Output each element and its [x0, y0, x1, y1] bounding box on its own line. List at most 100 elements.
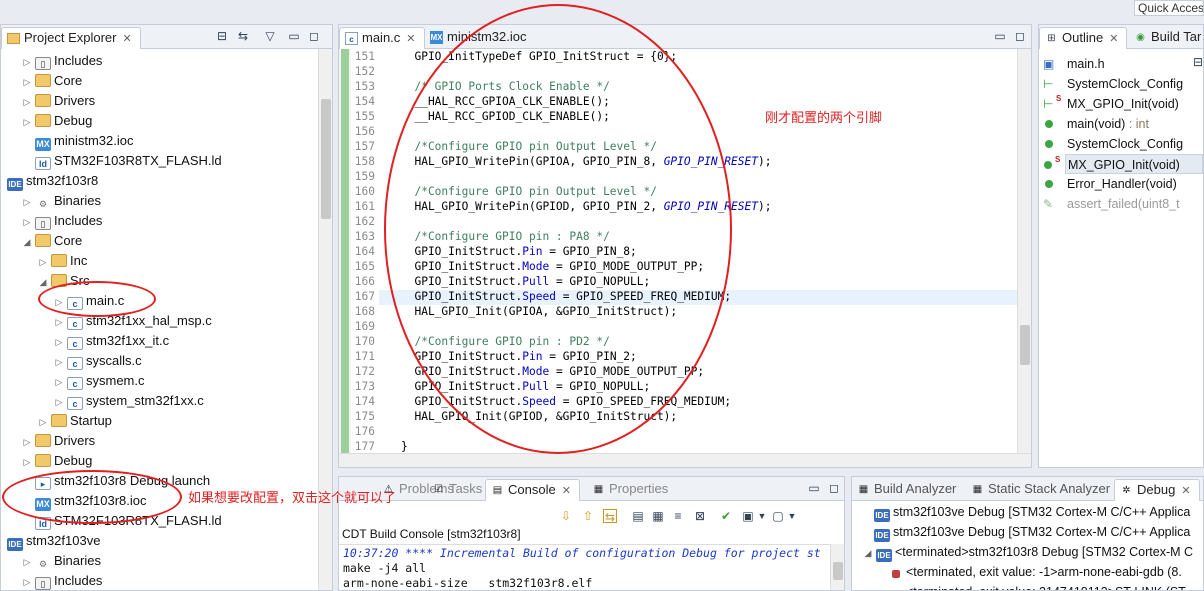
tree-item[interactable]: ▷ Inc — [37, 251, 88, 272]
tab-outline[interactable]: ⊞ Outline ✕ — [1039, 27, 1128, 49]
tree-item[interactable]: ▷ ▯ Includes — [21, 51, 102, 71]
console-output[interactable]: 10:37:20 **** Incremental Build of confi… — [339, 544, 830, 590]
explorer-scroll-thumb[interactable] — [321, 99, 331, 219]
chevron-down-icon[interactable]: ▼ — [785, 509, 799, 523]
outline-item[interactable]: main(void) : int — [1045, 114, 1149, 134]
collapse-all-icon[interactable]: ⊟ — [215, 29, 229, 43]
minimize-icon[interactable]: ▭ — [287, 29, 301, 43]
outline-item[interactable]: S MX_GPIO_Init(void) — [1044, 154, 1203, 174]
tree-item[interactable]: ▷ ▯ Includes — [21, 571, 102, 590]
new-console-icon[interactable]: ▢ — [771, 509, 785, 523]
collapsed-arrow-icon[interactable]: ▷ — [21, 112, 33, 132]
tab-debug[interactable]: ✲ Debug ✕ — [1114, 479, 1200, 501]
outline-item[interactable]: Error_Handler(void) — [1045, 174, 1177, 194]
word-wrap-icon[interactable]: ≡ — [671, 509, 685, 523]
maximize-icon[interactable]: ◻ — [1013, 29, 1027, 43]
collapsed-arrow-icon[interactable]: ▷ — [21, 212, 33, 232]
maximize-icon[interactable]: ◻ — [307, 29, 321, 43]
outline-item[interactable]: ⊢ SystemClock_Config — [1043, 74, 1183, 94]
tab-properties[interactable]: ▦ Properties — [587, 479, 676, 501]
paste-icon[interactable]: ▦ — [651, 509, 665, 523]
debug-launch-item[interactable]: IDE stm32f103ve Debug [STM32 Cortex-M C/C… — [872, 522, 1190, 542]
scroll-up-icon[interactable]: ⇧ — [581, 509, 595, 523]
collapsed-arrow-icon[interactable]: ▷ — [21, 552, 33, 572]
tree-item[interactable]: ▷ ⚙ Binaries — [21, 551, 101, 571]
explorer-scrollbar[interactable] — [318, 49, 332, 590]
clear-console-icon[interactable]: ⊠ — [693, 509, 707, 523]
maximize-icon[interactable]: ◻ — [827, 481, 841, 495]
collapsed-arrow-icon[interactable]: ▷ — [53, 392, 65, 412]
minimize-icon[interactable]: ▭ — [807, 481, 821, 495]
console-scrollbar[interactable] — [830, 544, 844, 590]
tree-item[interactable]: ▷ c system_stm32f1xx.c — [53, 391, 204, 411]
tab-project-explorer[interactable]: Project Explorer ✕ — [1, 27, 141, 49]
collapsed-arrow-icon[interactable]: ▷ — [53, 372, 65, 392]
copy-icon[interactable]: ▤ — [631, 509, 645, 523]
collapsed-arrow-icon[interactable]: ▷ — [21, 572, 33, 590]
tab-main-c[interactable]: c main.c ✕ — [339, 27, 425, 49]
editor-scrollbar[interactable] — [1017, 49, 1031, 453]
expanded-arrow-icon[interactable]: ◢ — [862, 543, 874, 563]
view-menu-icon[interactable]: ▽ — [263, 29, 277, 43]
close-icon[interactable]: ✕ — [406, 33, 415, 45]
collapsed-arrow-icon[interactable]: ▷ — [37, 412, 49, 432]
collapsed-arrow-icon[interactable]: ▷ — [21, 452, 33, 472]
tree-item[interactable]: ▷ Startup — [37, 411, 112, 431]
tree-item[interactable]: ▷ Debug — [21, 111, 93, 132]
minimize-icon[interactable]: ▭ — [993, 29, 1007, 43]
tree-item[interactable]: ▷ Core — [21, 71, 83, 92]
collapsed-arrow-icon[interactable]: ▷ — [21, 92, 33, 112]
debug-panel: ▦ Build Analyzer ▦ Static Stack Analyzer ✲ De… — [851, 476, 1204, 591]
collapsed-arrow-icon[interactable]: ▷ — [37, 252, 49, 272]
debug-launch-item[interactable]: IDE stm32f103ve Debug [STM32 Cortex-M C/C… — [872, 502, 1190, 522]
tab-static-stack-analyzer[interactable]: ▦ Static Stack Analyzer — [966, 479, 1118, 501]
tab-build-analyzer[interactable]: ▦ Build Analyzer — [852, 479, 964, 501]
console-scroll-thumb[interactable] — [833, 562, 843, 580]
collapsed-arrow-icon[interactable]: ▷ — [21, 72, 33, 92]
tree-item[interactable]: ▷ ▯ Includes — [21, 211, 102, 231]
collapsed-arrow-icon[interactable]: ▷ — [21, 192, 33, 212]
collapsed-arrow-icon[interactable]: ▷ — [21, 52, 33, 72]
close-icon[interactable]: ✕ — [1109, 33, 1118, 45]
tree-item[interactable]: ld STM32F103R8TX_FLASH.ld — [21, 151, 222, 171]
tree-item[interactable]: ▷ c syscalls.c — [53, 351, 142, 371]
tree-item[interactable]: IDE stm32f103r8 — [5, 171, 98, 191]
close-icon[interactable]: ✕ — [562, 485, 571, 497]
scroll-lock-icon[interactable]: ⇆ — [603, 509, 617, 524]
tree-item[interactable]: ▷ ⚙ Binaries — [21, 191, 101, 211]
close-icon[interactable]: ✕ — [122, 33, 131, 45]
folder-icon — [51, 414, 67, 427]
expanded-arrow-icon[interactable]: ◢ — [21, 232, 33, 252]
outline-item[interactable]: ✎ assert_failed(uint8_t — [1043, 194, 1180, 214]
tab-console[interactable]: ▤ Console ✕ — [485, 479, 580, 501]
pin-console-icon[interactable]: ✔ — [719, 509, 733, 523]
outline-item[interactable]: ▣ main.h — [1043, 54, 1105, 74]
tree-item[interactable]: ▷ c stm32f1xx_it.c — [53, 331, 169, 351]
debug-launch-item[interactable]: <terminated, exit value: -1>arm-none-eab… — [888, 562, 1182, 582]
scroll-down-icon[interactable]: ⇩ — [559, 509, 573, 523]
tab-build-tar[interactable]: ◉ Build Tar — [1129, 27, 1203, 49]
collapsed-arrow-icon[interactable]: ▷ — [21, 432, 33, 452]
tree-item[interactable]: MX ministm32.ioc — [21, 131, 133, 151]
tab-tasks[interactable]: ☑ Tasks — [427, 479, 490, 501]
editor-hscrollbar[interactable] — [339, 453, 1031, 467]
display-console-icon[interactable]: ▣ — [741, 509, 755, 523]
editor-scroll-thumb[interactable] — [1020, 325, 1030, 365]
collapsed-arrow-icon[interactable]: ▷ — [53, 312, 65, 332]
collapsed-arrow-icon[interactable]: ▷ — [53, 352, 65, 372]
tree-item[interactable]: ◢ Core — [21, 231, 83, 252]
outline-item[interactable]: ⊢ S MX_GPIO_Init(void) — [1043, 94, 1179, 114]
tree-item[interactable]: ▷ Debug — [21, 451, 93, 472]
debug-launch-item[interactable]: ◢ IDE <terminated>stm32f103r8 Debug [STM32… — [862, 542, 1193, 562]
link-with-editor-icon[interactable]: ⇆ — [236, 29, 250, 43]
collapsed-arrow-icon[interactable]: ▷ — [53, 332, 65, 352]
tree-item[interactable]: ▷ c sysmem.c — [53, 371, 145, 391]
tree-item[interactable]: ▷ Drivers — [21, 91, 96, 112]
tree-item[interactable]: IDE stm32f103ve — [5, 531, 100, 551]
chevron-down-icon[interactable]: ▼ — [755, 509, 769, 523]
quick-access-field[interactable]: Quick Access — [1134, 0, 1204, 16]
debug-launch-item[interactable]: <terminated, exit value: 2147418113>ST-L… — [888, 582, 1186, 590]
outline-item[interactable]: SystemClock_Config — [1045, 134, 1183, 154]
tree-item[interactable]: ▷ Drivers — [21, 431, 96, 452]
close-icon[interactable]: ✕ — [1181, 485, 1190, 497]
